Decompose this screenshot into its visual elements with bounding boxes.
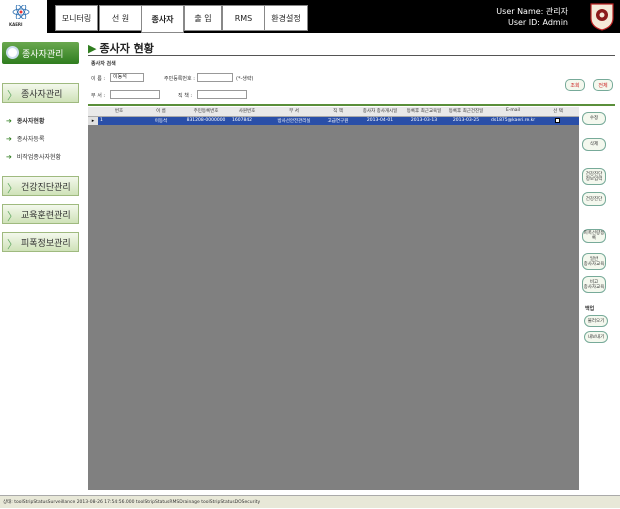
cell-email: ds1875@kaeri.re.kr: [491, 118, 536, 123]
show-all-button[interactable]: 전체: [593, 79, 613, 91]
tab-label: 종사자: [151, 14, 174, 24]
arrow-right-icon: ▶: [88, 42, 97, 55]
cell-edu-date: 2013-03-13: [410, 118, 438, 123]
rrn-label: 주민등록번호 :: [164, 76, 195, 82]
tab-worker[interactable]: 종사자: [141, 5, 184, 33]
dept-label: 부 서 :: [91, 93, 106, 99]
tab-settings[interactable]: 환경설정: [264, 5, 308, 31]
emblem-icon: [590, 3, 614, 31]
arrow-right-icon: ➔: [6, 152, 12, 161]
sidebar: 종사자관리 〉 종사자관리 ➔ 종사자현황 ➔ 종사자등록 ➔ 비작업종사자현황…: [0, 33, 81, 495]
tab-label: 선 원: [111, 13, 130, 23]
tab-label: 모니터링: [61, 13, 92, 23]
logo-icon: [12, 5, 30, 19]
general-education-button[interactable]: 일반 종사자교육: [582, 253, 606, 270]
delete-button[interactable]: 삭제: [582, 138, 606, 151]
sidebar-section-label: 교육훈련관리: [21, 210, 71, 221]
sidebar-section-worker[interactable]: 〉 종사자관리: [2, 83, 79, 103]
table-row[interactable]: ▸ 1 이동석 831208-0000000 1607842 방사선안전관리실 …: [88, 117, 579, 125]
sidebar-item-nonwork-status[interactable]: ➔ 비작업종사자현황: [6, 152, 62, 162]
tab-label: 출 입: [194, 13, 212, 23]
column-header[interactable]: 등록후 최근건진일: [444, 108, 488, 114]
row-indicator: ▸: [88, 117, 98, 125]
cell-health-date: 2013-03-25: [452, 118, 480, 123]
column-header[interactable]: 번호: [108, 108, 130, 114]
table-header: 번호 이 름 주민등록번호 사원번호 부 서 직 책 종사자 종사개시일 등록후…: [88, 107, 579, 117]
tab-rms[interactable]: RMS: [222, 5, 265, 31]
chevron-right-icon: 〉: [7, 89, 18, 102]
chevron-right-icon: 〉: [7, 182, 18, 195]
position-field[interactable]: [197, 90, 247, 99]
column-header[interactable]: E-mail: [493, 108, 533, 113]
rrn-hint: (*-생략): [236, 76, 254, 82]
backup-label: 백업: [585, 306, 595, 312]
chevron-right-icon: 〉: [7, 238, 18, 251]
search-button[interactable]: 조회: [565, 79, 585, 91]
rrn-field[interactable]: [197, 73, 233, 82]
sidebar-section-label: 건강진단관리: [21, 182, 71, 193]
select-checkbox[interactable]: [555, 118, 560, 123]
status-bar: 상태: toolStripStatusSurveillance 2013-08-…: [0, 495, 620, 508]
worker-table: 번호 이 름 주민등록번호 사원번호 부 서 직 책 종사자 종사개시일 등록후…: [88, 107, 579, 490]
arrow-right-icon: ➔: [6, 116, 12, 125]
sidebar-item-label: 종사자현황: [16, 118, 45, 125]
sidebar-header: 종사자관리: [2, 42, 79, 64]
sidebar-section-health[interactable]: 〉 건강진단관리: [2, 176, 79, 196]
search-caption: 종사자 검색: [91, 61, 116, 67]
position-label: 직 책 :: [178, 93, 193, 99]
sidebar-section-label: 종사자관리: [21, 89, 63, 100]
divider: [88, 55, 615, 56]
name-field[interactable]: 이동석: [110, 73, 144, 82]
sidebar-section-label: 피폭정보관리: [21, 238, 71, 249]
sidebar-section-exposure[interactable]: 〉 피폭정보관리: [2, 232, 79, 252]
user-id: User ID: Admin: [507, 18, 568, 27]
special-education-button[interactable]: 비고 종사자교육: [582, 276, 606, 293]
tab-label: RMS: [234, 13, 253, 23]
column-header[interactable]: 직 책: [323, 108, 353, 114]
sidebar-item-label: 종사자등록: [16, 136, 45, 143]
column-header[interactable]: 종사자 종사개시일: [358, 108, 402, 114]
tab-monitoring[interactable]: 모니터링: [55, 5, 98, 31]
top-navigation-bar: KAERI 모니터링 선 원 종사자 출 입 RMS 환경설정 User Nam…: [0, 0, 620, 33]
page-title-text: 종사자 현황: [99, 42, 154, 55]
health-check-button[interactable]: 건강진단: [582, 192, 606, 206]
cell-dept: 방사선안전관리실: [277, 119, 311, 124]
logo-text: KAERI: [9, 22, 23, 27]
sidebar-section-education[interactable]: 〉 교육훈련관리: [2, 204, 79, 224]
edit-button[interactable]: 수정: [582, 112, 606, 125]
health-info-button[interactable]: 건강진단 정보입력: [582, 168, 606, 185]
chevron-right-icon: 〉: [7, 210, 18, 223]
import-button[interactable]: 불러오기: [584, 315, 608, 327]
column-header[interactable]: 부 서: [274, 108, 314, 114]
column-header[interactable]: 선 택: [543, 108, 573, 114]
cell-position: 고급연구원: [327, 119, 349, 124]
sidebar-item-worker-register[interactable]: ➔ 종사자등록: [6, 134, 45, 144]
logo: KAERI: [0, 0, 47, 33]
dose-register-button[interactable]: 피폭선량등록: [582, 229, 606, 243]
name-label: 이 름 :: [91, 76, 106, 82]
tab-label: 환경설정: [271, 13, 301, 23]
divider: [88, 104, 615, 106]
tab-access[interactable]: 출 입: [184, 5, 222, 31]
sidebar-item-worker-status[interactable]: ➔ 종사자현황: [6, 116, 45, 126]
circle-icon: [6, 46, 19, 59]
dept-field[interactable]: [110, 90, 160, 99]
column-header[interactable]: 등록후 최근교육일: [402, 108, 446, 114]
column-header[interactable]: 사원번호: [232, 108, 262, 114]
user-info: User Name: 관리자 User ID: Admin: [496, 6, 568, 28]
cell-rrn: 831208-0000000: [186, 118, 226, 123]
column-header[interactable]: 주민등록번호: [186, 108, 226, 114]
cell-no: 1: [100, 118, 103, 123]
export-button[interactable]: 내보내기: [584, 331, 608, 343]
cell-start-date: 2013-04-01: [366, 118, 394, 123]
sidebar-item-label: 비작업종사자현황: [16, 154, 62, 161]
cell-emp-no: 1607842: [232, 118, 253, 123]
page-title: ▶ 종사자 현황: [88, 40, 154, 56]
sidebar-header-label: 종사자관리: [22, 49, 64, 60]
arrow-right-icon: ➔: [6, 134, 12, 143]
column-header[interactable]: 이 름: [150, 108, 172, 114]
user-name: User Name: 관리자: [496, 7, 568, 16]
tab-source[interactable]: 선 원: [99, 5, 142, 31]
cell-name: 이동석: [154, 119, 168, 124]
